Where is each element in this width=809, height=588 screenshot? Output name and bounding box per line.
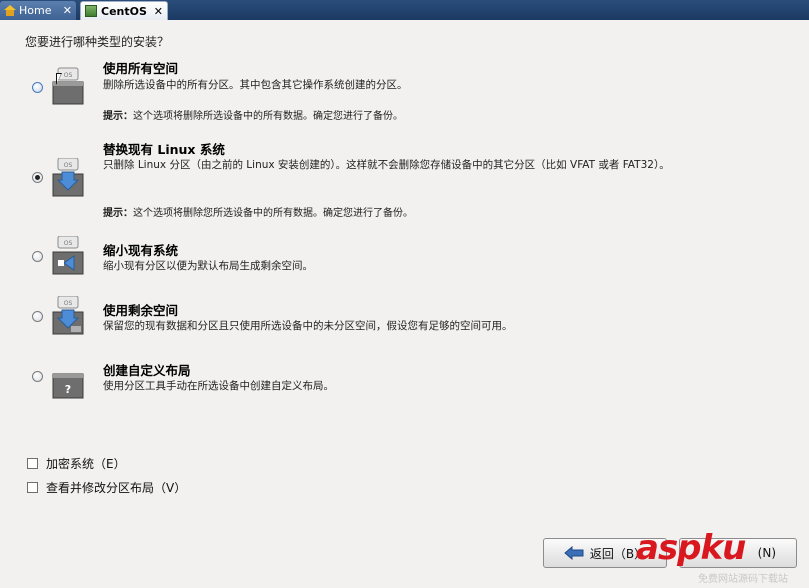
- encrypt-system-checkbox[interactable]: 加密系统（E）: [27, 455, 126, 472]
- disk-os-icon: OS: [52, 67, 84, 105]
- option-title: 使用剩余空间: [103, 303, 179, 318]
- close-icon[interactable]: ✕: [63, 4, 72, 17]
- next-button[interactable]: (N): [679, 538, 797, 568]
- tab-centos[interactable]: CentOS ✕: [80, 1, 168, 20]
- watermark-sub: 免费网站源码下载站: [698, 574, 788, 585]
- checkbox-box[interactable]: [27, 458, 38, 469]
- disk-custom-icon: ?: [52, 373, 84, 399]
- close-icon[interactable]: ✕: [154, 5, 163, 18]
- option-description: 使用分区工具手动在所选设备中创建自定义布局。: [103, 380, 334, 392]
- disk-free-icon: OS: [52, 296, 84, 335]
- vm-icon: [85, 5, 97, 17]
- page-question: 您要进行哪种类型的安装？: [25, 35, 170, 49]
- svg-text:?: ?: [65, 383, 71, 396]
- disk-replace-icon: OS: [52, 158, 84, 197]
- svg-text:OS: OS: [64, 162, 73, 169]
- svg-text:OS: OS: [64, 240, 73, 247]
- radio-replace-linux[interactable]: [32, 172, 43, 183]
- hint-label: 提示：: [103, 111, 133, 122]
- option-title: 缩小现有系统: [103, 243, 179, 258]
- checkbox-label: 加密系统（E）: [46, 457, 126, 471]
- option-title: 替换现有 Linux 系统: [103, 142, 225, 157]
- svg-text:OS: OS: [64, 300, 73, 307]
- arrow-left-icon: [564, 546, 584, 560]
- option-hint: 提示：这个选项将删除您所选设备中的所有数据。确定您进行了备份。: [103, 204, 413, 219]
- option-description: 删除所选设备中的所有分区。其中包含其它操作系统创建的分区。: [103, 79, 408, 91]
- checkbox-box[interactable]: [27, 482, 38, 493]
- tab-home[interactable]: Home ✕: [0, 1, 76, 20]
- svg-text:OS: OS: [64, 72, 73, 79]
- option-title: 创建自定义布局: [103, 363, 191, 378]
- tab-bar: Home ✕ CentOS ✕: [0, 0, 809, 20]
- option-description: 只删除 Linux 分区（由之前的 Linux 安装创建的）。这样就不会删除您存…: [103, 159, 670, 171]
- option-hint: 提示：这个选项将删除所选设备中的所有数据。确定您进行了备份。: [103, 107, 403, 122]
- next-button-label: (N): [757, 546, 776, 560]
- radio-use-free-space[interactable]: [32, 311, 43, 322]
- hint-text: 这个选项将删除您所选设备中的所有数据。确定您进行了备份。: [133, 208, 413, 219]
- tab-centos-label: CentOS: [101, 4, 147, 18]
- review-layout-checkbox[interactable]: 查看并修改分区布局（V）: [27, 479, 186, 496]
- hint-label: 提示：: [103, 208, 133, 219]
- back-button-label: 返回（B）: [589, 546, 647, 561]
- back-button[interactable]: 返回（B）: [543, 538, 667, 568]
- option-description: 保留您的现有数据和分区且只使用所选设备中的未分区空间，假设您有足够的空间可用。: [103, 320, 513, 332]
- hint-text: 这个选项将删除所选设备中的所有数据。确定您进行了备份。: [133, 111, 403, 122]
- radio-custom-layout[interactable]: [32, 371, 43, 382]
- disk-shrink-icon: OS: [52, 236, 84, 275]
- option-description: 缩小现有分区以便为默认布局生成剩余空间。: [103, 260, 313, 272]
- tab-home-label: Home: [19, 4, 52, 17]
- option-title: 使用所有空间: [103, 61, 179, 76]
- checkbox-label: 查看并修改分区布局（V）: [46, 481, 187, 495]
- mouse-cursor-icon: [56, 73, 62, 85]
- radio-use-all-space[interactable]: [32, 82, 43, 93]
- home-icon: [4, 5, 16, 16]
- radio-shrink-system[interactable]: [32, 251, 43, 262]
